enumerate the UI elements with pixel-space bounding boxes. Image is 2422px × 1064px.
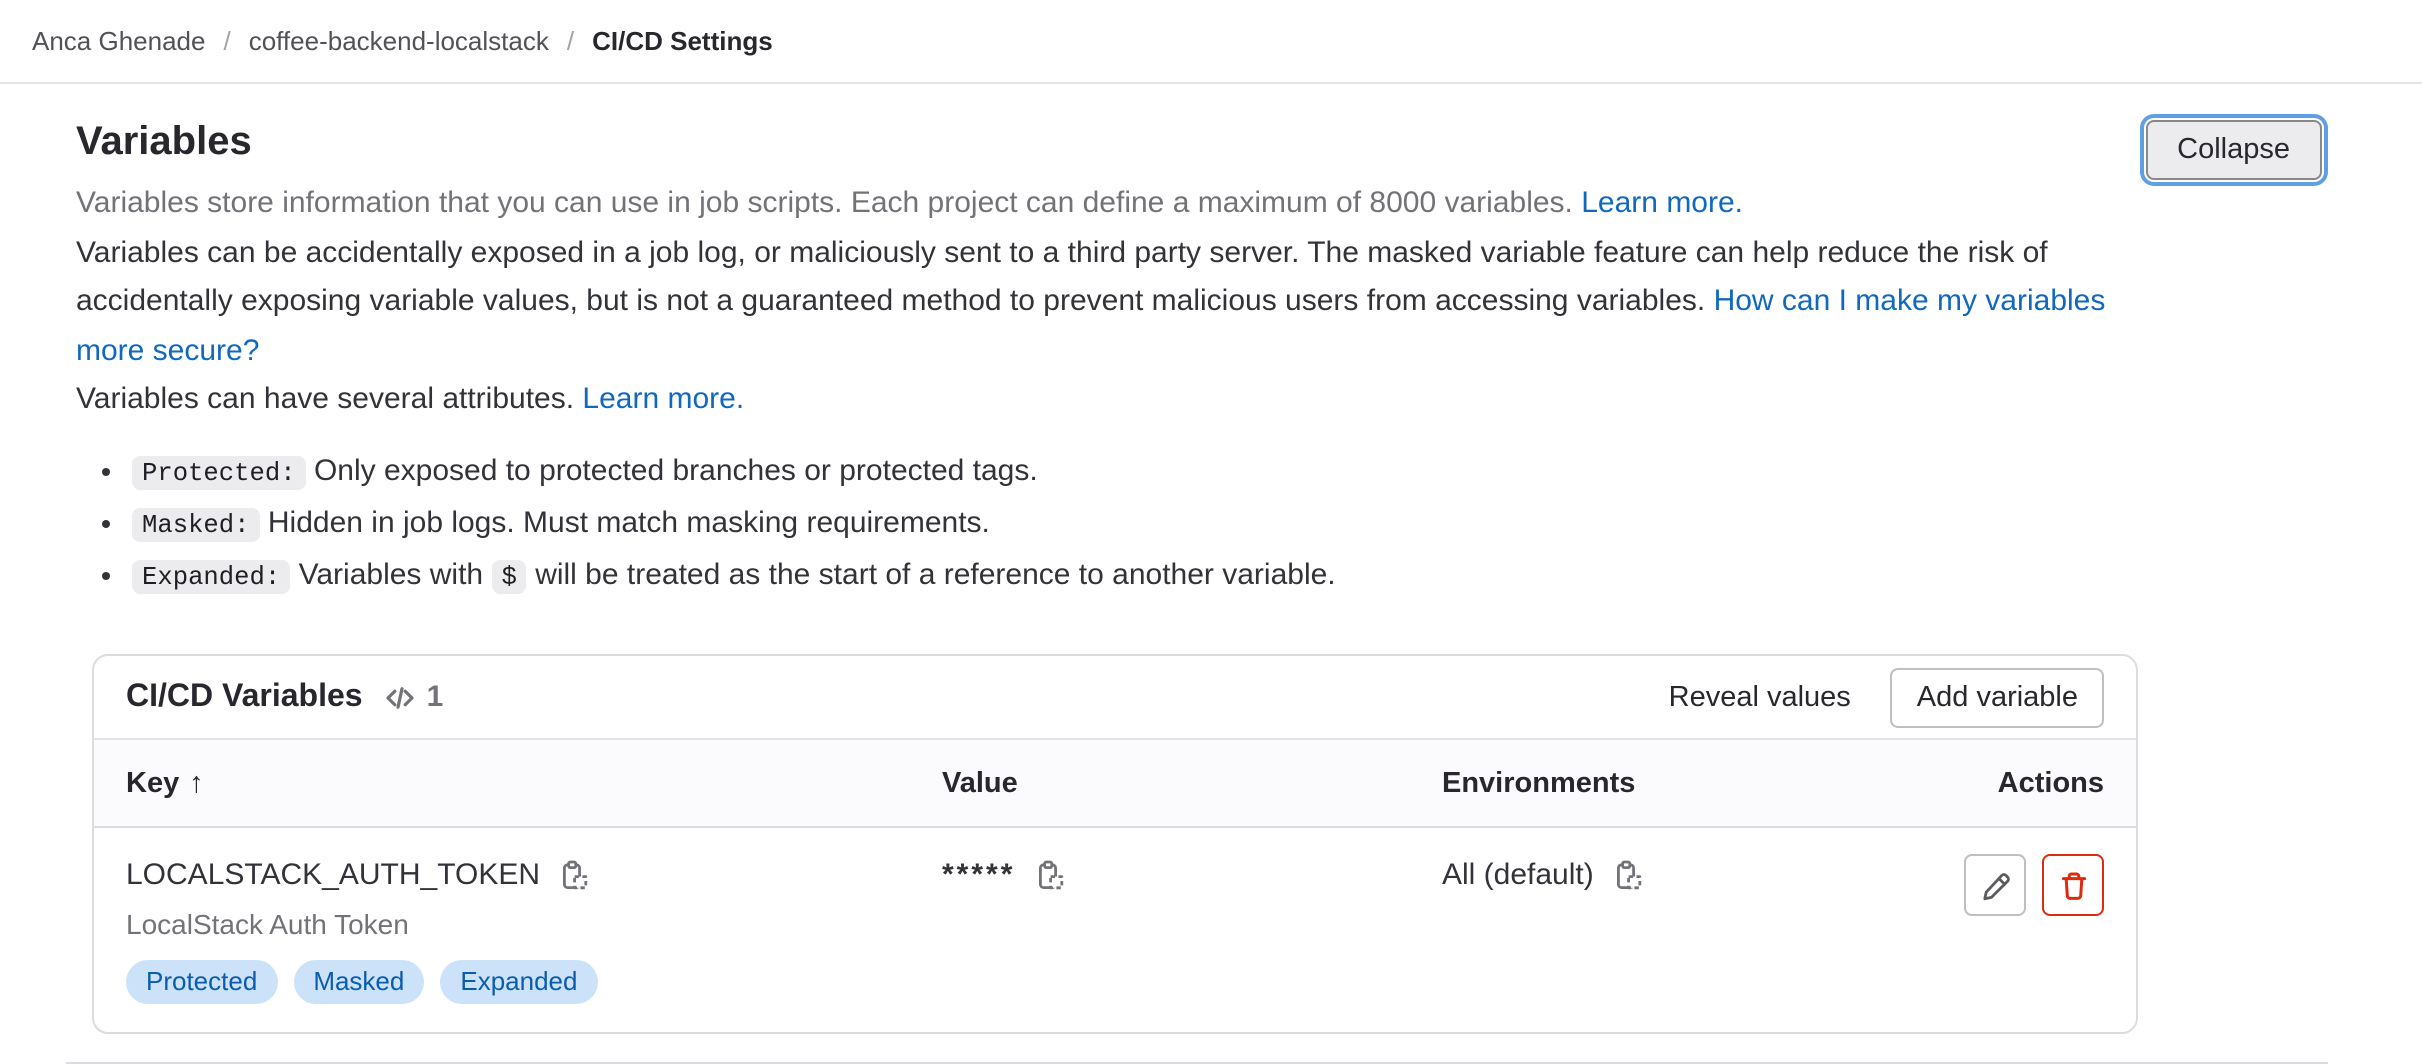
copy-environments-button[interactable]: [1612, 854, 1644, 898]
protected-description: Only exposed to protected branches or pr…: [314, 453, 1038, 487]
masked-term-chip: Masked:: [132, 507, 260, 541]
attributes-list: Protected: Only exposed to protected bra…: [76, 447, 2140, 602]
variables-card-header: CI/CD Variables 1 Reveal values Add vari…: [94, 656, 2136, 740]
learn-more-link[interactable]: Learn more.: [1581, 186, 1743, 220]
masked-description: Hidden in job logs. Must match masking r…: [268, 505, 990, 539]
table-row: LOCALSTACK_AUTH_TOKEN LocalStack Auth To…: [94, 828, 2136, 1032]
column-header-environments: Environments: [1442, 767, 1998, 799]
reveal-values-button[interactable]: Reveal values: [1645, 667, 1875, 727]
masked-value: *****: [942, 854, 1015, 898]
breadcrumb-user-link[interactable]: Anca Ghenade: [32, 26, 205, 56]
trash-icon: [2057, 869, 2089, 901]
copy-to-clipboard-icon: [1612, 860, 1644, 892]
dollar-sign-chip: $: [491, 559, 526, 593]
attributes-learn-more-link[interactable]: Learn more.: [582, 382, 744, 416]
variable-key: LOCALSTACK_AUTH_TOKEN: [126, 854, 540, 898]
variables-table-header: Key ↑ Value Environments Actions: [94, 740, 2136, 828]
variable-key-cell: LOCALSTACK_AUTH_TOKEN LocalStack Auth To…: [126, 854, 942, 1004]
breadcrumb-project-link[interactable]: coffee-backend-localstack: [249, 26, 549, 56]
cicd-variables-card: CI/CD Variables 1 Reveal values Add vari…: [92, 654, 2138, 1034]
column-header-actions: Actions: [1998, 767, 2104, 799]
intro-paragraph: Variables store information that you can…: [76, 180, 2140, 229]
breadcrumb-current-page[interactable]: CI/CD Settings: [592, 26, 773, 56]
cicd-settings-page: Anca Ghenade / coffee-backend-localstack…: [0, 0, 2422, 936]
variable-badges: Protected Masked Expanded: [126, 960, 942, 1004]
intro-text: Variables store information that you can…: [76, 186, 1573, 220]
section-description: Variables store information that you can…: [76, 180, 2140, 602]
breadcrumb: Anca Ghenade / coffee-backend-localstack…: [0, 0, 2422, 84]
delete-variable-button[interactable]: [2042, 854, 2104, 916]
page-title: Variables: [76, 114, 252, 172]
list-item-masked: Masked: Hidden in job logs. Must match m…: [132, 499, 2140, 550]
code-icon: [385, 681, 417, 713]
collapse-button[interactable]: Collapse: [2145, 120, 2322, 180]
masked-badge: Masked: [293, 960, 424, 1004]
variable-environments-cell: All (default): [1442, 854, 1964, 1004]
copy-value-button[interactable]: [1033, 854, 1065, 898]
variable-value-cell: *****: [942, 854, 1442, 1004]
variables-count: 1: [385, 680, 444, 714]
list-item-protected: Protected: Only exposed to protected bra…: [132, 447, 2140, 498]
copy-to-clipboard-icon: [558, 860, 590, 892]
variables-count-value: 1: [427, 680, 444, 714]
expanded-description-after: will be treated as the start of a refere…: [535, 557, 1335, 591]
copy-to-clipboard-icon: [1033, 860, 1065, 892]
breadcrumb-separator: /: [223, 26, 230, 56]
column-header-value: Value: [942, 767, 1442, 799]
protected-term-chip: Protected:: [132, 455, 306, 489]
settings-section-variables: Variables Collapse Variables store infor…: [0, 114, 2422, 1064]
attributes-text: Variables can have several attributes.: [76, 382, 574, 416]
copy-key-button[interactable]: [558, 854, 590, 898]
environments-scope: All (default): [1442, 854, 1594, 898]
list-item-expanded: Expanded: Variables with $ will be treat…: [132, 551, 2140, 602]
protected-badge: Protected: [126, 960, 277, 1004]
pencil-icon: [1979, 869, 2011, 901]
card-header-actions: Reveal values Add variable: [1645, 667, 2104, 727]
breadcrumb-separator: /: [567, 26, 574, 56]
expanded-badge: Expanded: [440, 960, 597, 1004]
add-variable-button[interactable]: Add variable: [1891, 667, 2104, 727]
section-header: Variables Collapse: [76, 114, 2328, 180]
edit-variable-button[interactable]: [1964, 854, 2026, 916]
expanded-term-chip: Expanded:: [132, 559, 290, 593]
warning-paragraph: Variables can be accidentally exposed in…: [76, 229, 2140, 376]
column-header-key[interactable]: Key ↑: [126, 767, 942, 799]
key-column-label: Key: [126, 767, 179, 799]
variables-card-title: CI/CD Variables: [126, 679, 363, 715]
expanded-description-before: Variables with: [299, 557, 484, 591]
attributes-paragraph: Variables can have several attributes. L…: [76, 376, 2140, 425]
sort-ascending-icon: ↑: [189, 767, 204, 799]
variable-description: LocalStack Auth Token: [126, 906, 942, 944]
variable-actions-cell: [1964, 854, 2104, 1004]
